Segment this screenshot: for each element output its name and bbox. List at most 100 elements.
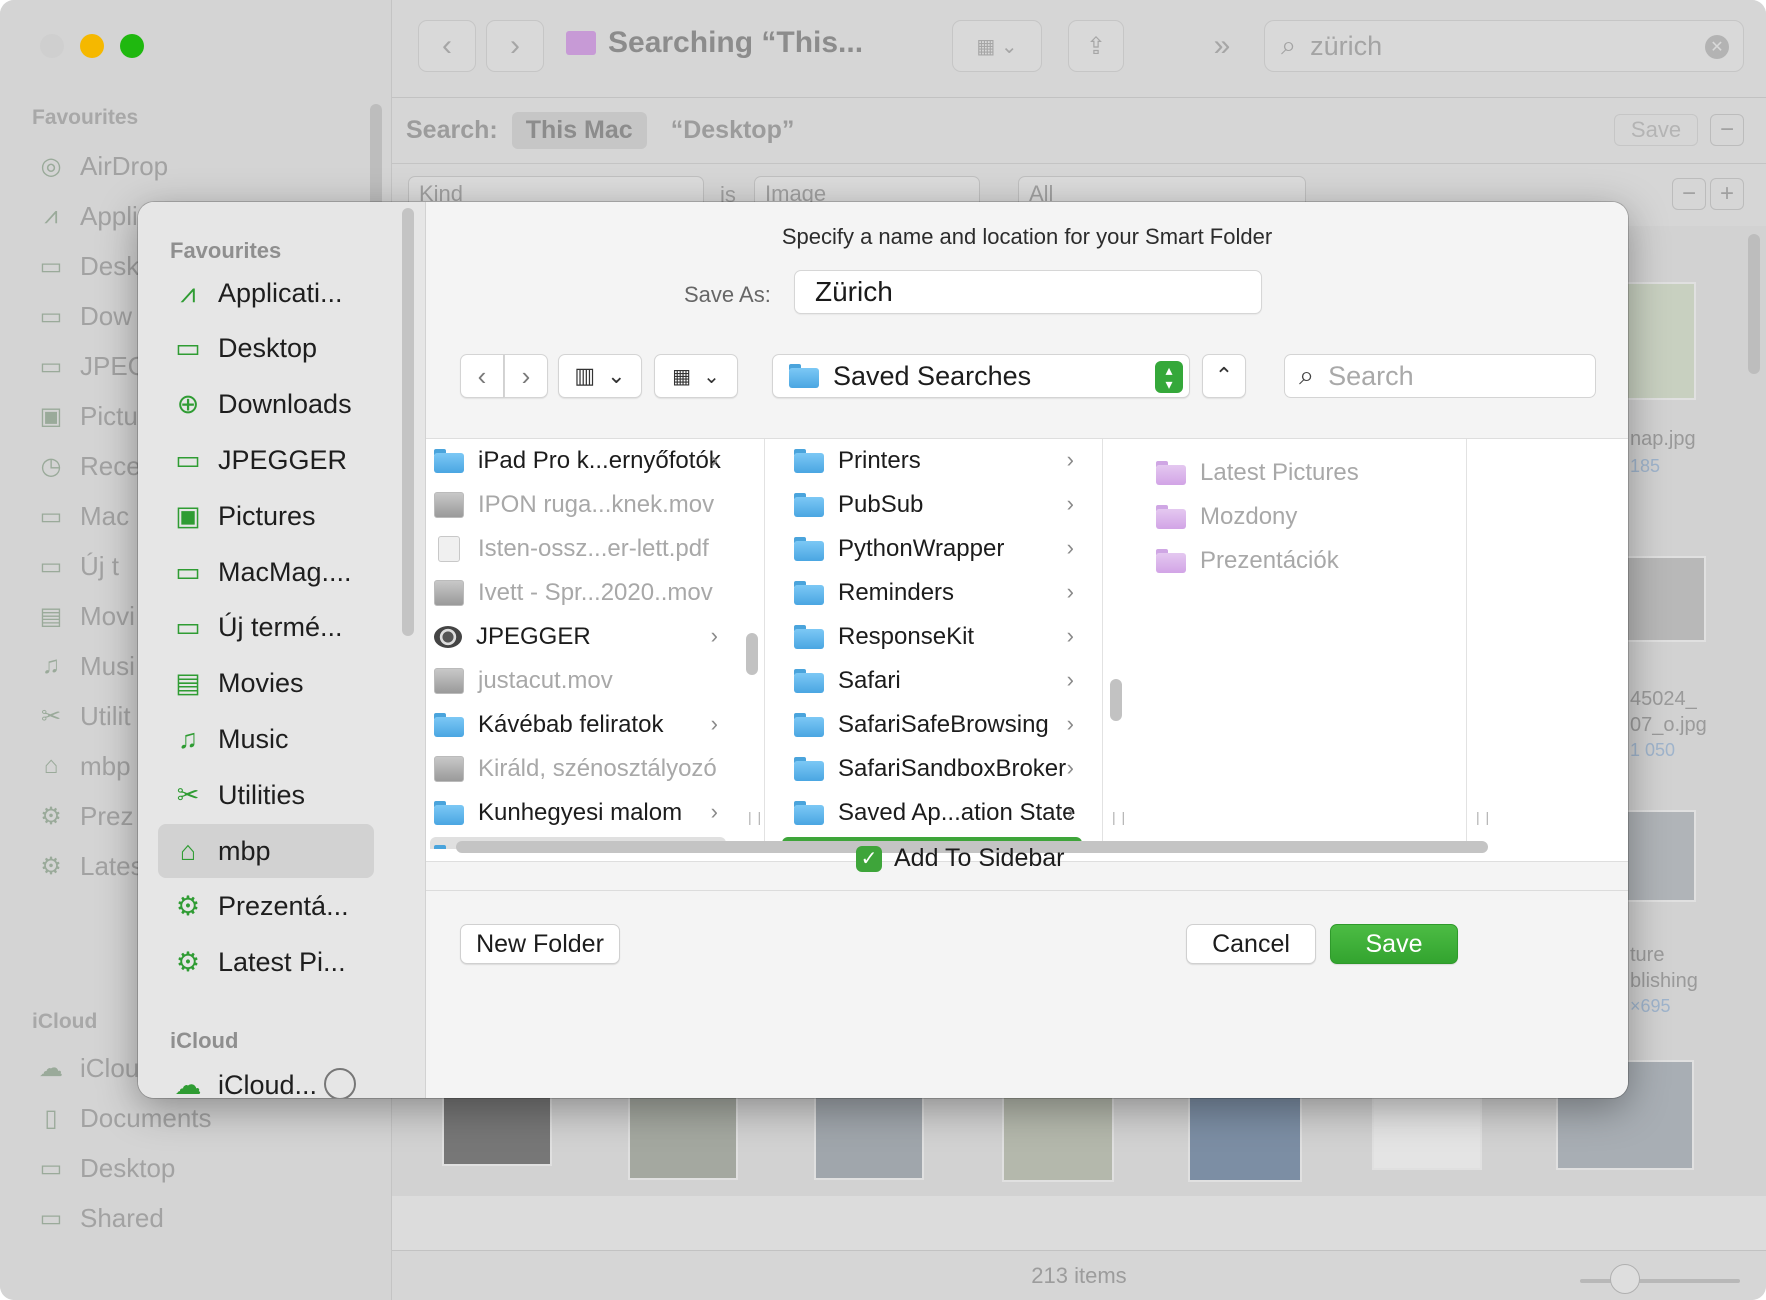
result-thumbnail[interactable] [1002, 1096, 1114, 1182]
cancel-button[interactable]: Cancel [1186, 924, 1316, 964]
sidebar-item[interactable]: ▭ Desktop [158, 322, 374, 376]
sidebar-item[interactable]: ✂ Utilities [158, 768, 374, 822]
column-resize-handle[interactable]: | | [1476, 809, 1490, 825]
bg-sidebar-item[interactable]: ⩘ Appli [36, 196, 138, 236]
bg-sidebar-item[interactable]: ♫ Musi [36, 646, 135, 686]
list-item[interactable]: SafariSafeBrowsing › [782, 705, 1082, 745]
bg-sidebar-item[interactable]: ▤ Movi [36, 596, 135, 636]
collapse-button[interactable]: ⌃ [1202, 354, 1246, 398]
view-options-button[interactable]: ▦ ⌄ [952, 20, 1042, 72]
result-filename: nap.jpg [1630, 428, 1696, 450]
zoom-window-button[interactable] [120, 34, 144, 58]
result-thumbnail[interactable] [1188, 1096, 1302, 1182]
column-resize-handle[interactable]: | | [1112, 809, 1126, 825]
list-item[interactable]: iPad Pro k...ernyőfotók › [430, 441, 726, 481]
sidebar-item[interactable]: ▭ MacMag.... [158, 545, 374, 599]
scope-this-mac[interactable]: This Mac [511, 112, 647, 149]
result-thumbnail[interactable] [1626, 282, 1696, 400]
bg-sidebar-icloud-item[interactable]: ▭ Shared [36, 1198, 164, 1238]
column-resize-handle[interactable]: | | [748, 809, 762, 825]
remove-criteria-button[interactable]: − [1672, 178, 1706, 210]
add-criteria-button[interactable]: + [1710, 178, 1744, 210]
bg-sidebar-item[interactable]: ⚙ Lates [36, 846, 143, 886]
bg-sidebar-icloud-item[interactable]: ☁ iClou [36, 1048, 139, 1088]
list-item[interactable]: Ivett - Spr...2020..mov [430, 573, 726, 613]
icon-size-slider[interactable] [1580, 1279, 1740, 1283]
list-item[interactable]: Kávébab feliratok › [430, 705, 726, 745]
list-item[interactable]: Mozdony [1156, 497, 1446, 537]
column-view-button[interactable]: ▥ ⌄ [558, 354, 642, 398]
bg-sidebar-icloud-item[interactable]: ▯ Documents [36, 1098, 211, 1138]
result-thumbnail[interactable] [814, 1096, 924, 1180]
back-button[interactable]: ‹ [418, 20, 476, 72]
sidebar-item[interactable]: ⚙ Latest Pi... [158, 936, 374, 990]
sidebar-item[interactable]: ⩘ Applicati... [158, 266, 374, 320]
forward-button[interactable]: › [486, 20, 544, 72]
bg-sidebar-item[interactable]: ◎ AirDrop [36, 146, 169, 186]
list-item[interactable]: Reminders › [782, 573, 1082, 613]
bg-sidebar-item[interactable]: ▭ Desk [36, 246, 140, 286]
list-item[interactable]: Prezentációk [1156, 541, 1446, 581]
bg-sidebar-item[interactable]: ⌂ mbp [36, 746, 131, 786]
result-thumbnail[interactable] [1372, 1096, 1482, 1170]
sidebar-item[interactable]: ▤ Movies [158, 657, 374, 711]
list-item[interactable]: Saved Ap...ation State › [782, 793, 1082, 833]
bg-sidebar-item[interactable]: ⚙ Prez [36, 796, 133, 836]
bg-sidebar-icloud-item[interactable]: ▭ Desktop [36, 1148, 176, 1188]
list-item[interactable]: Kunhegyesi malom › [430, 793, 726, 833]
sidebar-item[interactable]: ♫ Music [158, 712, 374, 766]
bg-sidebar-item[interactable]: ▭ Új t [36, 546, 119, 586]
search-field[interactable]: ⌕ Search [1284, 354, 1596, 398]
bg-sidebar-item[interactable]: ✂ Utilit [36, 696, 131, 736]
group-view-button[interactable]: ▦ ⌄ [654, 354, 738, 398]
sidebar-item[interactable]: ▭ JPEGGER [158, 433, 374, 487]
minimize-window-button[interactable] [80, 34, 104, 58]
list-item[interactable]: PythonWrapper › [782, 529, 1082, 569]
result-thumbnail[interactable] [1626, 810, 1696, 902]
save-as-field[interactable]: Zürich [794, 270, 1262, 314]
sidebar-item[interactable]: ▭ Új termé... [158, 601, 374, 655]
list-item[interactable]: Printers › [782, 441, 1082, 481]
column-2-scrollbar[interactable] [1110, 679, 1122, 721]
new-folder-button[interactable]: New Folder [460, 924, 620, 964]
sidebar-item[interactable]: ⊕ Downloads [158, 378, 374, 432]
bg-sidebar-item[interactable]: ◷ Rece [36, 446, 141, 486]
result-thumbnail[interactable] [442, 1096, 552, 1166]
list-item[interactable]: SafariSandboxBroker › [782, 749, 1082, 789]
sidebar-item[interactable]: ⌂ mbp [158, 824, 374, 878]
list-item[interactable]: PubSub › [782, 485, 1082, 525]
location-popup[interactable]: Saved Searches ▴ ▾ [772, 354, 1190, 398]
list-item[interactable]: JPEGGER › [430, 617, 726, 657]
save-button[interactable]: Save [1330, 924, 1458, 964]
add-to-sidebar-checkbox[interactable]: ✓ Add To Sidebar [856, 844, 1065, 873]
list-item[interactable]: Királd, szénosztályozó [430, 749, 726, 789]
more-toolbar-items-button[interactable]: » [1200, 20, 1244, 72]
scope-desktop[interactable]: “Desktop” [671, 116, 795, 145]
forward-button[interactable]: › [504, 354, 548, 398]
clear-search-icon[interactable]: ✕ [1705, 35, 1729, 59]
list-item[interactable]: ResponseKit › [782, 617, 1082, 657]
list-item[interactable]: Latest Pictures [1156, 453, 1446, 493]
finder-search-field[interactable]: ⌕ zürich ✕ [1264, 20, 1744, 72]
result-thumbnail[interactable] [628, 1096, 738, 1180]
sheet-sidebar-scrollbar[interactable] [402, 208, 414, 636]
result-thumbnail[interactable] [1626, 556, 1706, 642]
icon-size-slider-knob[interactable] [1610, 1264, 1640, 1294]
list-item[interactable]: IPON ruga...knek.mov [430, 485, 726, 525]
remove-scope-button[interactable]: − [1710, 114, 1744, 146]
share-button[interactable]: ⇪ [1068, 20, 1124, 72]
column-1-scrollbar[interactable] [746, 633, 758, 675]
bg-sidebar-item[interactable]: ▣ Pictu [36, 396, 138, 436]
save-search-button[interactable]: Save [1614, 114, 1698, 146]
back-button[interactable]: ‹ [460, 354, 504, 398]
list-item[interactable]: Safari › [782, 661, 1082, 701]
sidebar-item[interactable]: ⚙ Prezentá... [158, 880, 374, 934]
sidebar-item[interactable]: ▣ Pictures [158, 489, 374, 543]
close-window-button[interactable] [40, 34, 64, 58]
bg-sidebar-item[interactable]: ▭ Dow [36, 296, 132, 336]
results-scrollbar[interactable] [1748, 234, 1760, 374]
list-item[interactable]: justacut.mov [430, 661, 726, 701]
bg-sidebar-item[interactable]: ▭ Mac [36, 496, 129, 536]
bg-sidebar-item[interactable]: ▭ JPEG [36, 346, 148, 386]
list-item[interactable]: Isten-ossz...er-lett.pdf [430, 529, 726, 569]
